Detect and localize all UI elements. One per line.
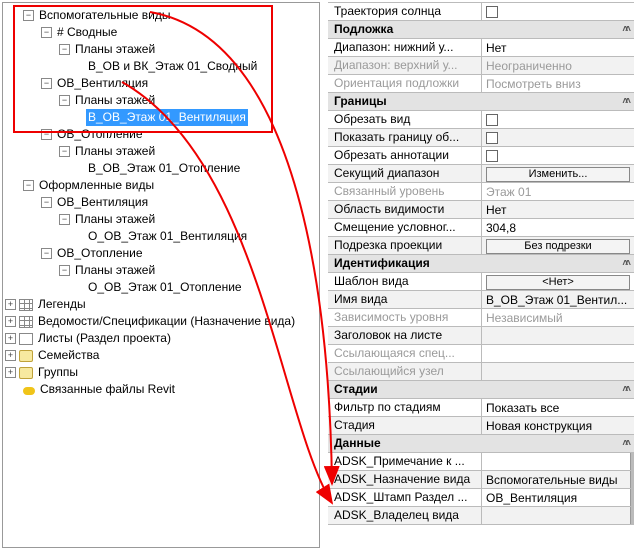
expander-icon[interactable]: −	[59, 265, 70, 276]
prop-row: Ссылающийся узел	[328, 363, 634, 381]
checkbox[interactable]	[486, 6, 498, 18]
tree-node-families[interactable]: +Семейства	[5, 347, 317, 364]
prop-row: Ссылающаяся спец...	[328, 345, 634, 363]
expander-icon[interactable]: −	[59, 146, 70, 157]
tree-node-formatted-views[interactable]: −Оформленные виды	[5, 177, 317, 194]
expander-icon[interactable]: +	[5, 316, 16, 327]
expander-icon[interactable]: −	[23, 10, 34, 21]
prop-row[interactable]: Подрезка проекцииБез подрезки	[328, 237, 634, 255]
expander-icon[interactable]: −	[41, 248, 52, 259]
tree-node-floor-plans[interactable]: −Планы этажей	[5, 211, 317, 228]
chevron-up-icon: ˄˄	[622, 258, 628, 269]
tree-node-aux-views[interactable]: −Вспомогательные виды	[5, 7, 317, 24]
prop-row[interactable]: Заголовок на листе	[328, 327, 634, 345]
properties-panel: Траектория солнца Подложка˄˄ Диапазон: н…	[328, 2, 634, 548]
expander-icon[interactable]: −	[59, 214, 70, 225]
chevron-up-icon: ˄˄	[622, 438, 628, 449]
expander-icon[interactable]: −	[41, 78, 52, 89]
link-icon	[23, 387, 35, 395]
prop-row[interactable]: Обрезать аннотации	[328, 147, 634, 165]
prop-row[interactable]: Фильтр по стадиямПоказать все	[328, 399, 634, 417]
edit-button[interactable]: Изменить...	[486, 167, 630, 182]
expander-icon[interactable]: −	[59, 44, 70, 55]
expander-icon[interactable]: −	[41, 27, 52, 38]
tree-node-ov-vent[interactable]: −ОВ_Вентиляция	[5, 194, 317, 211]
tree-node-sheets[interactable]: +Листы (Раздел проекта)	[5, 330, 317, 347]
prop-row[interactable]: Смещение условног...304,8	[328, 219, 634, 237]
prop-category[interactable]: Подложка˄˄	[328, 21, 634, 39]
chevron-up-icon: ˄˄	[622, 96, 628, 107]
prop-row[interactable]: Показать границу об...	[328, 129, 634, 147]
expander-icon[interactable]: +	[5, 367, 16, 378]
expander-icon[interactable]: +	[5, 333, 16, 344]
expander-icon[interactable]: +	[5, 350, 16, 361]
tree-node-floor-plans[interactable]: −Планы этажей	[5, 143, 317, 160]
expander-icon[interactable]: +	[5, 299, 16, 310]
prop-row[interactable]: Имя видаВ_ОВ_Этаж 01_Вентил...	[328, 291, 634, 309]
tree-node-view[interactable]: О_ОВ_Этаж 01_Вентиляция	[5, 228, 317, 245]
tree-node-floor-plans[interactable]: −Планы этажей	[5, 92, 317, 109]
expander-icon[interactable]: −	[41, 129, 52, 140]
prop-row[interactable]: Область видимостиНет	[328, 201, 634, 219]
chevron-up-icon: ˄˄	[622, 384, 628, 395]
tree-node-view[interactable]: В_ОВ_Этаж 01_Отопление	[5, 160, 317, 177]
tree-node-view-selected[interactable]: В_ОВ_Этаж 01_Вентиляция	[5, 109, 317, 126]
chevron-up-icon: ˄˄	[622, 24, 628, 35]
legends-icon	[19, 299, 33, 311]
tree-node-schedules[interactable]: +Ведомости/Спецификации (Назначение вида…	[5, 313, 317, 330]
prop-row: Ориентация подложкиПосмотреть вниз	[328, 75, 634, 93]
prop-row[interactable]: ADSK_Владелец вида	[328, 507, 634, 525]
prop-row[interactable]: Шаблон вида<Нет>	[328, 273, 634, 291]
sheets-icon	[19, 333, 33, 345]
tree-node-revit-links[interactable]: Связанные файлы Revit	[5, 381, 317, 398]
prop-row[interactable]: Обрезать вид	[328, 111, 634, 129]
prop-row[interactable]: Секущий диапазонИзменить...	[328, 165, 634, 183]
crop-button[interactable]: Без подрезки	[486, 239, 630, 254]
schedules-icon	[19, 316, 33, 328]
tree-node-legends[interactable]: +Легенды	[5, 296, 317, 313]
expander-icon[interactable]: −	[59, 95, 70, 106]
tree-node-floor-plans[interactable]: −Планы этажей	[5, 41, 317, 58]
tree-node-view[interactable]: О_ОВ_Этаж 01_Отопление	[5, 279, 317, 296]
tree-node-ov-heat[interactable]: −ОВ_Отопление	[5, 126, 317, 143]
prop-row-adsk-purpose[interactable]: ADSK_Назначение видаВспомогательные виды	[328, 471, 634, 489]
project-browser-panel: −Вспомогательные виды −# Сводные −Планы …	[2, 2, 320, 548]
tree-node-groups[interactable]: +Группы	[5, 364, 317, 381]
prop-row[interactable]: СтадияНовая конструкция	[328, 417, 634, 435]
tree-node-ov-vent[interactable]: −ОВ_Вентиляция	[5, 75, 317, 92]
prop-row-adsk-stamp[interactable]: ADSK_Штамп Раздел ...ОВ_Вентиляция	[328, 489, 634, 507]
expander-icon[interactable]: −	[23, 180, 34, 191]
template-button[interactable]: <Нет>	[486, 275, 630, 290]
prop-category[interactable]: Границы˄˄	[328, 93, 634, 111]
expander-icon[interactable]: −	[41, 197, 52, 208]
checkbox[interactable]	[486, 150, 498, 162]
tree-node-floor-plans[interactable]: −Планы этажей	[5, 262, 317, 279]
prop-category[interactable]: Идентификация˄˄	[328, 255, 634, 273]
prop-row: Диапазон: верхний у...Неограниченно	[328, 57, 634, 75]
prop-category[interactable]: Стадии˄˄	[328, 381, 634, 399]
tree-node-svodnye[interactable]: −# Сводные	[5, 24, 317, 41]
prop-row: Связанный уровеньЭтаж 01	[328, 183, 634, 201]
families-icon	[19, 350, 33, 362]
prop-category[interactable]: Данные˄˄	[328, 435, 634, 453]
tree-node-ov-heat[interactable]: −ОВ_Отопление	[5, 245, 317, 262]
checkbox[interactable]	[486, 114, 498, 126]
prop-row: Зависимость уровняНезависимый	[328, 309, 634, 327]
groups-icon	[19, 367, 33, 379]
prop-row[interactable]: Диапазон: нижний у...Нет	[328, 39, 634, 57]
tree-node-view[interactable]: В_ОВ и ВК_Этаж 01_Сводный	[5, 58, 317, 75]
checkbox[interactable]	[486, 132, 498, 144]
prop-row[interactable]: Траектория солнца	[328, 3, 634, 21]
prop-row[interactable]: ADSK_Примечание к ...	[328, 453, 634, 471]
